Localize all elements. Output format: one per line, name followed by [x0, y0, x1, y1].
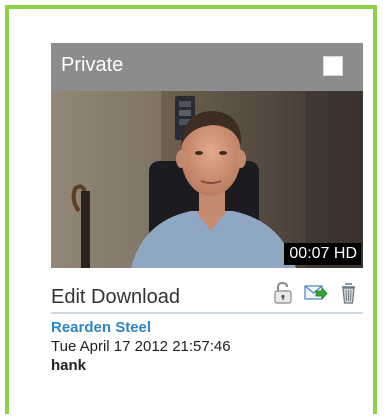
- video-thumbnail[interactable]: 00:07 HD: [51, 91, 363, 268]
- video-card: Private 00:07 HD Edit Download Rearden S…: [51, 43, 363, 375]
- privacy-label: Private: [61, 54, 124, 76]
- card-header: Private: [51, 43, 363, 91]
- edit-link[interactable]: Edit: [51, 286, 85, 308]
- trash-icon[interactable]: [337, 281, 361, 305]
- download-link[interactable]: Download: [91, 286, 180, 308]
- video-duration-badge: 00:07 HD: [284, 243, 361, 265]
- username: hank: [51, 357, 87, 374]
- card-actions: Edit Download: [51, 268, 363, 310]
- recorded-datetime: Tue April 17 2012 21:57:46: [51, 338, 231, 355]
- unlock-icon[interactable]: [271, 281, 295, 305]
- video-meta: Rearden Steel Tue April 17 2012 21:57:46…: [51, 314, 363, 375]
- action-icons: [271, 281, 361, 305]
- send-email-icon[interactable]: [304, 281, 328, 305]
- action-links: Edit Download: [51, 286, 180, 309]
- video-frame-image: [51, 91, 363, 268]
- owner-link[interactable]: Rearden Steel: [51, 318, 363, 337]
- select-checkbox[interactable]: [323, 56, 343, 76]
